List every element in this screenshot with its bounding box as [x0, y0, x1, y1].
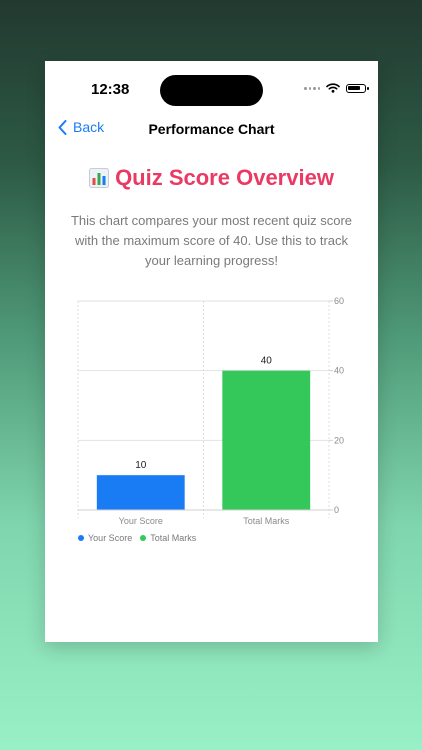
bar-chart: 0 20 40 60 10 Your Score 40 Total Marks	[45, 291, 378, 551]
data-label: 40	[261, 356, 273, 367]
bar-chart-icon	[89, 168, 110, 188]
phone-screen: 12:38 Back Performance Chart Quiz Score …	[45, 61, 378, 642]
chart-legend: Your Score Total Marks	[78, 533, 196, 543]
legend-item-total-marks: Total Marks	[140, 533, 196, 543]
legend-dot-your-score	[78, 535, 84, 541]
legend-label-total-marks: Total Marks	[150, 533, 197, 543]
status-time: 12:38	[91, 81, 130, 98]
x-tick-label: Your Score	[119, 516, 163, 526]
x-tick-label: Total Marks	[243, 516, 290, 526]
battery-icon	[346, 83, 369, 93]
signal-dots-icon	[304, 86, 320, 90]
page-title: Quiz Score Overview	[45, 165, 378, 191]
y-tick-label: 60	[334, 296, 344, 306]
legend-item-your-score: Your Score	[78, 533, 132, 543]
chart-description: This chart compares your most recent qui…	[70, 213, 353, 268]
legend-label-your-score: Your Score	[88, 533, 133, 543]
status-indicators	[304, 83, 369, 93]
bar-your-score	[96, 475, 185, 510]
data-label: 10	[135, 460, 147, 471]
chart-canvas: 0 20 40 60 10 Your Score 40 Total Marks	[77, 296, 344, 526]
wifi-icon	[326, 83, 340, 93]
page-title-text: Quiz Score Overview	[115, 165, 334, 190]
y-tick-label: 0	[334, 505, 339, 515]
y-tick-label: 40	[334, 366, 344, 376]
legend-dot-total-marks	[140, 535, 147, 541]
y-tick-label: 20	[334, 435, 344, 445]
nav-title: Performance Chart	[148, 121, 275, 137]
dynamic-island	[160, 75, 263, 106]
bar-total-marks	[222, 370, 311, 510]
